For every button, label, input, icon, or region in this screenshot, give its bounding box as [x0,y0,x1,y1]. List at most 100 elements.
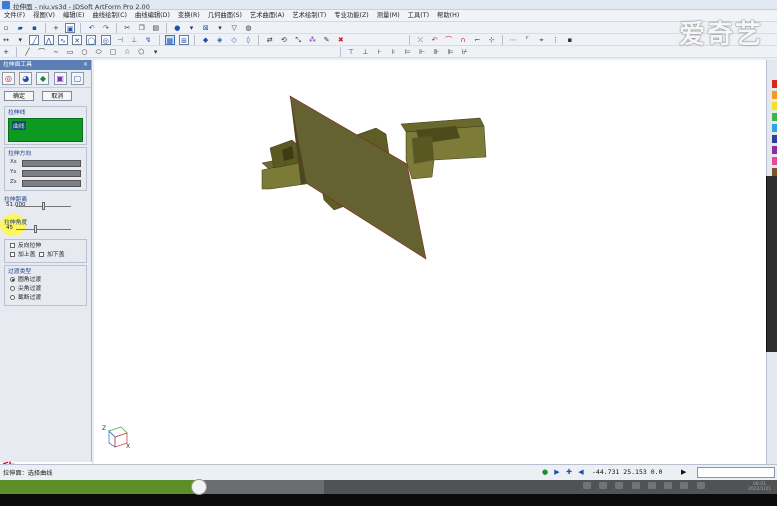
delete-icon[interactable]: ✖ [336,35,346,45]
surface-edit-icon[interactable]: ⊞ [179,35,190,45]
shape-d-icon[interactable]: ◊ [243,35,253,45]
display-icon[interactable]: ⊠ [201,23,211,33]
corner-icon[interactable]: ⌜ [522,35,532,45]
node-a-icon[interactable]: ⊤ [346,47,356,57]
node-f-icon[interactable]: ⊩ [417,47,427,57]
chevron-down-icon[interactable]: ▾ [15,35,25,45]
edit-node-icon[interactable]: ⋯ [508,35,518,45]
reverse-checkbox-row[interactable]: 反向拉伸 [8,242,83,251]
command-input[interactable] [697,467,775,478]
palette-swatch[interactable] [772,146,777,154]
material-ball-icon[interactable]: ◕ [19,72,33,85]
menu-item[interactable]: 工具(T) [404,10,433,22]
tray-icon[interactable] [583,482,591,489]
palette-swatch[interactable] [772,91,777,99]
fillet-icon[interactable]: ⤫ [415,35,425,45]
array-icon[interactable]: ⁂ [307,35,317,45]
open-file-icon[interactable]: ▰ [15,23,25,33]
paste-icon[interactable]: ▤ [151,23,161,33]
curve-tool-icon[interactable]: ∿ [57,35,68,45]
ellipse-draw-icon[interactable]: ⬭ [94,47,104,57]
menu-item[interactable]: 几何曲面(S) [204,10,246,22]
shape-b-icon[interactable]: ◈ [215,35,225,45]
node-c-icon[interactable]: ⊦ [375,47,385,57]
angle-value[interactable]: 45 [6,225,13,231]
palette-swatch[interactable] [772,113,777,121]
zoom-icon[interactable]: ▣ [65,23,76,33]
menu-item[interactable]: 帮助(H) [433,10,463,22]
menu-item[interactable]: 艺术曲面(A) [246,10,288,22]
tray-icon[interactable] [615,482,624,489]
transition-radio[interactable] [10,277,15,282]
arrow-both-icon[interactable]: ↔ [1,35,11,45]
palette-swatch[interactable] [772,168,777,176]
node-icon[interactable]: ⊹ [487,35,497,45]
bottom-cap-checkbox[interactable] [39,252,45,257]
palette-swatch[interactable] [772,157,777,165]
roundrect-icon[interactable]: ▢ [108,47,118,57]
transition-option[interactable]: 尖角过渡 [8,285,83,294]
chevron-down-icon[interactable]: ▾ [187,23,197,33]
palette-swatch[interactable] [772,135,777,143]
node-d-icon[interactable]: ⊧ [389,47,399,57]
node-i-icon[interactable]: ⊬ [460,47,470,57]
material-icon[interactable]: ◍ [243,23,253,33]
menu-item[interactable]: 编辑(E) [59,10,89,22]
play-icon[interactable]: ▶ [681,468,686,476]
circle-draw-icon[interactable]: ○ [79,47,89,57]
blend-icon[interactable]: ∩ [458,35,468,45]
direction-z-field[interactable] [22,180,81,187]
trim-tool-icon[interactable]: ⊣ [115,35,125,45]
rect-draw-icon[interactable]: ▭ [65,47,75,57]
palette-swatch[interactable] [772,80,777,88]
stretch-line-selector[interactable]: 曲线 [8,118,83,142]
chevron-down-icon[interactable]: ▾ [151,47,161,57]
new-file-icon[interactable]: ▫ [1,23,11,33]
menu-item[interactable]: 文件(F) [0,10,29,22]
distance-value[interactable]: 51.000 [6,202,26,208]
polygon-icon[interactable]: ⬠ [136,47,146,57]
point-icon[interactable]: + [1,47,11,57]
measure-icon[interactable]: ⌖ [536,35,546,45]
node-g-icon[interactable]: ⊪ [431,47,441,57]
direction-x-field[interactable] [22,160,81,167]
node-e-icon[interactable]: ⊨ [403,47,413,57]
paint-icon[interactable]: ◆ [36,72,50,85]
tray-icon[interactable] [680,482,689,489]
reverse-checkbox[interactable] [10,243,15,248]
system-clock[interactable]: 08:01 2022/1/21 [748,482,771,492]
transition-option[interactable]: 圆角过渡 [8,276,83,285]
rect-tool-icon[interactable]: ✕ [72,35,83,45]
arrow-left-icon[interactable]: ◀ [577,468,585,476]
top-cap-checkbox[interactable] [10,252,15,257]
crosshair-icon[interactable]: + [51,23,61,33]
polyline-tool-icon[interactable]: ⋀ [43,35,54,45]
scale-icon[interactable]: ⤡ [293,35,303,45]
spline-icon[interactable]: ∼ [51,47,61,57]
tray-icon[interactable] [696,482,705,489]
plus-icon[interactable]: ✚ [565,468,573,476]
star-icon[interactable]: ☆ [122,47,132,57]
rotate-icon[interactable]: ⟲ [279,35,289,45]
redo-icon[interactable]: ↷ [101,23,111,33]
node-b-icon[interactable]: ⊥ [360,47,370,57]
cancel-button[interactable]: 取消 [42,91,73,101]
node-h-icon[interactable]: ⊫ [446,47,456,57]
tray-icon[interactable] [631,482,640,489]
ellipse-tool-icon[interactable]: ◎ [100,35,111,45]
monitor-icon[interactable]: ▢ [70,72,84,85]
arc-draw-icon[interactable]: ⌒ [37,47,47,57]
more-icon[interactable]: ▪ [565,35,575,45]
arc-icon[interactable]: ⌒ [444,35,454,45]
ok-button[interactable]: 确定 [4,91,34,101]
undo-icon[interactable]: ↶ [87,23,97,33]
angle-slider-track[interactable] [16,229,71,230]
palette-swatch[interactable] [772,102,777,110]
transition-radio[interactable] [10,295,15,300]
cut-icon[interactable]: ✂ [122,23,132,33]
line-icon[interactable]: ╱ [22,47,32,57]
render-icon[interactable]: ▽ [229,23,239,33]
globe-icon[interactable]: ● [541,468,549,476]
video-progress-knob[interactable] [190,479,207,495]
tray-icon[interactable] [664,482,673,489]
